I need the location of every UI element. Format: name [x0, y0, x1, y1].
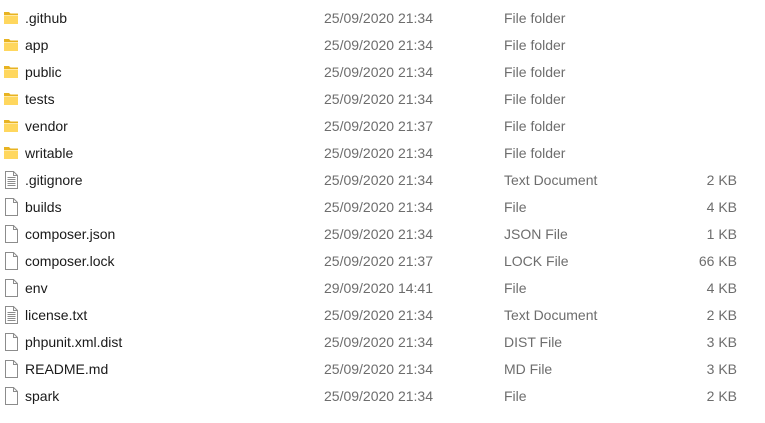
- file-type: File: [504, 280, 527, 296]
- file-date-modified: 25/09/2020 21:34: [324, 388, 433, 404]
- file-type: File folder: [504, 37, 566, 53]
- file-icon: [3, 279, 19, 297]
- folder-icon: [3, 117, 19, 135]
- file-type: DIST File: [504, 334, 563, 350]
- file-type: Text Document: [504, 307, 598, 323]
- file-icon: [3, 252, 19, 270]
- folder-icon: [3, 144, 19, 162]
- file-name: .github: [25, 10, 68, 26]
- file-type: File folder: [504, 10, 566, 26]
- file-size: 4 KB: [706, 199, 737, 215]
- file-date-modified: 25/09/2020 21:34: [324, 361, 433, 377]
- file-name: env: [25, 280, 48, 296]
- file-name: phpunit.xml.dist: [25, 334, 123, 350]
- file-row[interactable]: phpunit.xml.dist 25/09/2020 21:34 DIST Fil…: [0, 329, 765, 356]
- file-name: license.txt: [25, 307, 88, 323]
- file-icon: [3, 387, 19, 405]
- file-row[interactable]: tests 25/09/2020 21:34 File folder: [0, 86, 765, 113]
- file-name: app: [25, 37, 49, 53]
- file-date-modified: 25/09/2020 21:34: [324, 199, 433, 215]
- file-date-modified: 25/09/2020 21:34: [324, 226, 433, 242]
- file-date-modified: 25/09/2020 21:34: [324, 64, 433, 80]
- file-row[interactable]: .github 25/09/2020 21:34 File folder: [0, 5, 765, 32]
- file-date-modified: 25/09/2020 21:37: [324, 253, 433, 269]
- file-type: File folder: [504, 118, 566, 134]
- file-date-modified: 25/09/2020 21:34: [324, 37, 433, 53]
- text-document-icon: [3, 171, 19, 189]
- file-size: 2 KB: [706, 307, 737, 323]
- file-name: public: [25, 64, 62, 80]
- folder-icon: [3, 63, 19, 81]
- file-row[interactable]: writable 25/09/2020 21:34 File folder: [0, 140, 765, 167]
- file-name: tests: [25, 91, 55, 107]
- file-name: README.md: [25, 361, 109, 377]
- file-row[interactable]: env 29/09/2020 14:41 File 4 KB: [0, 275, 765, 302]
- file-icon: [3, 198, 19, 216]
- file-type: Text Document: [504, 172, 598, 188]
- file-row[interactable]: README.md 25/09/2020 21:34 MD File 3 KB: [0, 356, 765, 383]
- file-row[interactable]: public 25/09/2020 21:34 File folder: [0, 59, 765, 86]
- file-name: .gitignore: [25, 172, 83, 188]
- file-name: writable: [25, 145, 74, 161]
- file-row[interactable]: spark 25/09/2020 21:34 File 2 KB: [0, 383, 765, 410]
- file-date-modified: 25/09/2020 21:34: [324, 307, 433, 323]
- file-row[interactable]: composer.json 25/09/2020 21:34 JSON File 1 …: [0, 221, 765, 248]
- file-size: 4 KB: [706, 280, 737, 296]
- file-type: MD File: [504, 361, 553, 377]
- file-size: 66 KB: [698, 253, 737, 269]
- file-name: spark: [25, 388, 60, 404]
- file-type: File: [504, 199, 527, 215]
- file-type: LOCK File: [504, 253, 569, 269]
- file-type: JSON File: [504, 226, 568, 242]
- text-document-icon: [3, 306, 19, 324]
- file-size: 2 KB: [706, 388, 737, 404]
- file-date-modified: 25/09/2020 21:34: [324, 334, 433, 350]
- file-row[interactable]: composer.lock 25/09/2020 21:37 LOCK File 66…: [0, 248, 765, 275]
- file-name: builds: [25, 199, 62, 215]
- file-date-modified: 25/09/2020 21:34: [324, 172, 433, 188]
- file-row[interactable]: app 25/09/2020 21:34 File folder: [0, 32, 765, 59]
- file-row[interactable]: license.txt 25/09/2020 21:34 Text Document…: [0, 302, 765, 329]
- file-date-modified: 25/09/2020 21:34: [324, 91, 433, 107]
- file-size: 3 KB: [706, 361, 737, 377]
- file-date-modified: 29/09/2020 14:41: [324, 280, 433, 296]
- folder-icon: [3, 90, 19, 108]
- file-type: File folder: [504, 64, 566, 80]
- file-size: 2 KB: [706, 172, 737, 188]
- file-icon: [3, 225, 19, 243]
- file-date-modified: 25/09/2020 21:34: [324, 10, 433, 26]
- file-type: File folder: [504, 145, 566, 161]
- file-name: composer.json: [25, 226, 116, 242]
- folder-icon: [3, 9, 19, 27]
- file-icon: [3, 333, 19, 351]
- file-type: File folder: [504, 91, 566, 107]
- file-row[interactable]: vendor 25/09/2020 21:37 File folder: [0, 113, 765, 140]
- file-icon: [3, 360, 19, 378]
- file-row[interactable]: builds 25/09/2020 21:34 File 4 KB: [0, 194, 765, 221]
- file-date-modified: 25/09/2020 21:34: [324, 145, 433, 161]
- file-type: File: [504, 388, 527, 404]
- file-size: 3 KB: [706, 334, 737, 350]
- folder-icon: [3, 36, 19, 54]
- file-name: composer.lock: [25, 253, 115, 269]
- file-name: vendor: [25, 118, 68, 134]
- file-size: 1 KB: [706, 226, 737, 242]
- file-list: .github 25/09/2020 21:34 File folder app 25/…: [0, 0, 765, 410]
- file-row[interactable]: .gitignore 25/09/2020 21:34 Text Document 2…: [0, 167, 765, 194]
- file-date-modified: 25/09/2020 21:37: [324, 118, 433, 134]
